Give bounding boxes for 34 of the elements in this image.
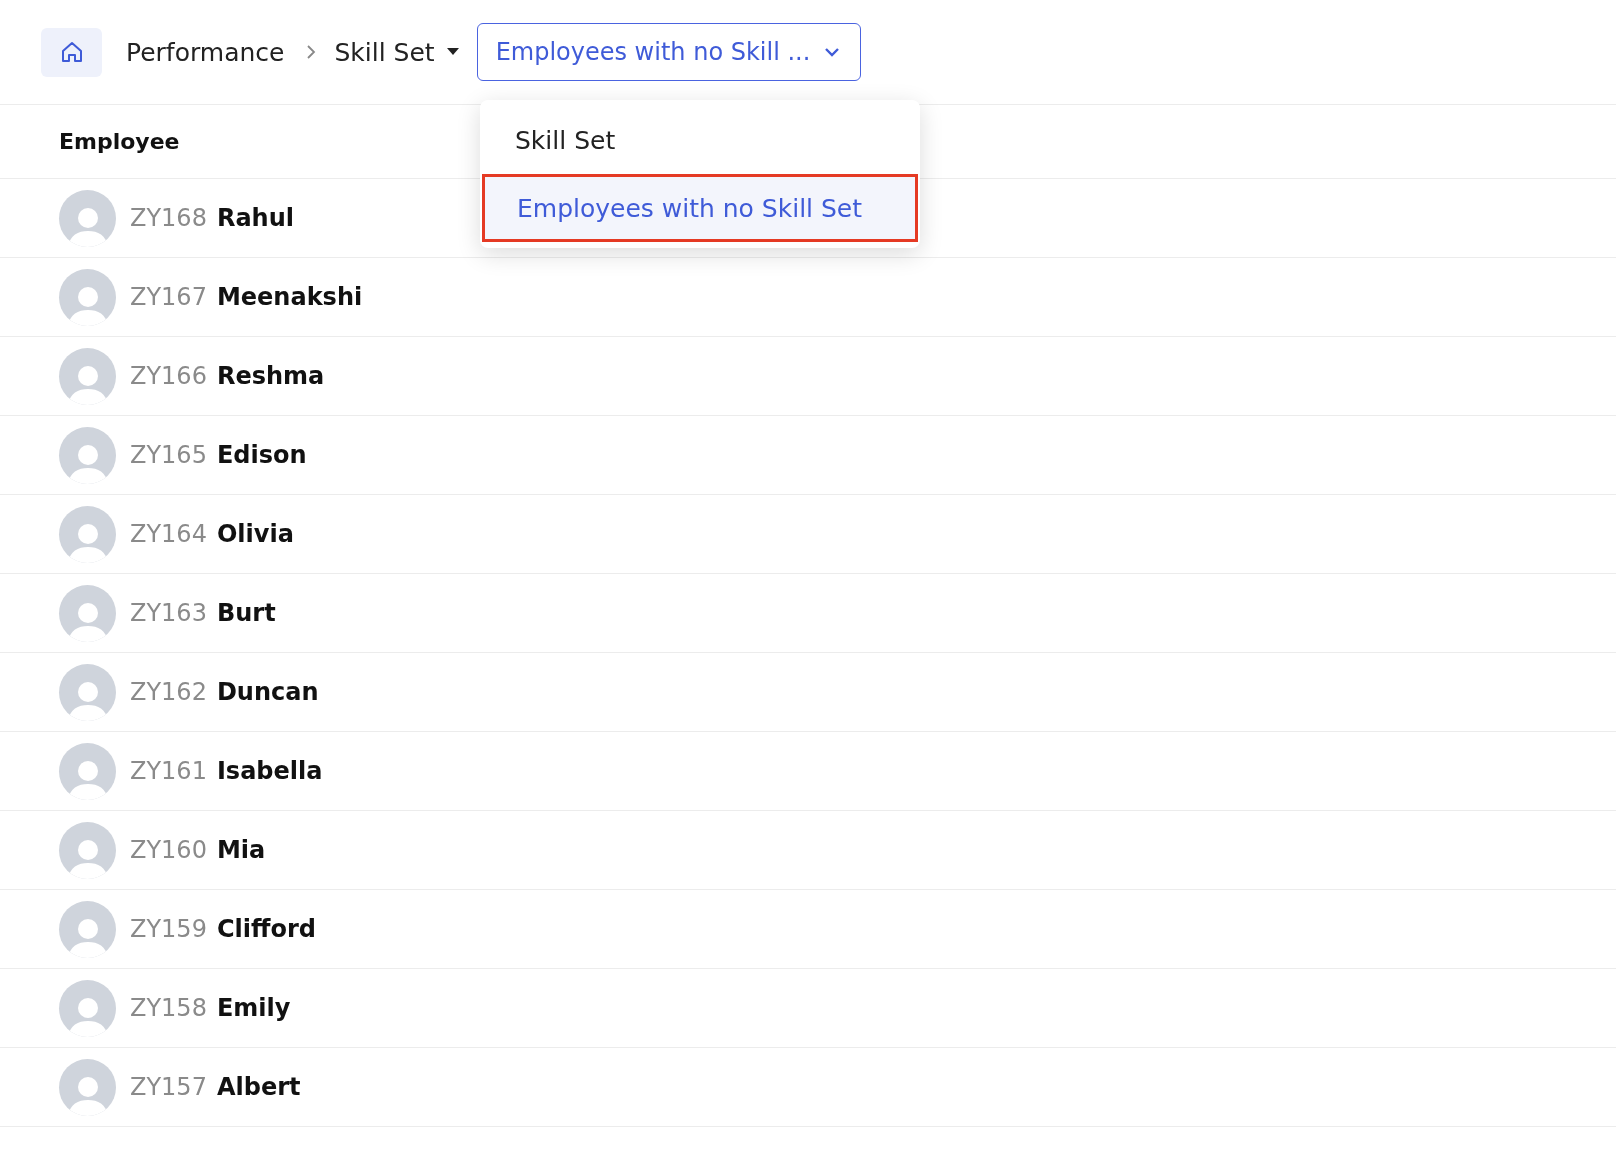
chevron-down-icon xyxy=(824,47,841,57)
employee-cell: ZY158 Emily xyxy=(130,994,291,1022)
home-icon xyxy=(59,40,84,64)
employee-cell: ZY166 Reshma xyxy=(130,362,325,390)
home-button[interactable] xyxy=(41,27,102,77)
employee-cell: ZY163 Burt xyxy=(130,599,276,627)
table-row[interactable]: ZY164 Olivia xyxy=(0,495,1616,574)
caret-icon xyxy=(446,48,459,56)
table-row[interactable]: ZY166 Reshma xyxy=(0,337,1616,416)
view-dropdown[interactable]: Employees with no Skill ... xyxy=(476,23,862,81)
employee-cell: ZY167 Meenakshi xyxy=(130,283,363,311)
table-row[interactable]: ZY158 Emily xyxy=(0,969,1616,1048)
employee-cell: ZY161 Isabella xyxy=(130,757,323,785)
menu-item[interactable]: Skill Set xyxy=(480,106,920,174)
table-row[interactable]: ZY161 Isabella xyxy=(0,732,1616,811)
chevron-right-icon xyxy=(306,44,317,60)
employee-cell: ZY164 Olivia xyxy=(130,520,294,548)
employee-cell: ZY159 Clifford xyxy=(130,915,316,943)
menu-item[interactable]: Employees with no Skill Set xyxy=(482,174,918,242)
table-row[interactable]: ZY165 Edison xyxy=(0,416,1616,495)
table-row[interactable]: ZY163 Burt xyxy=(0,574,1616,653)
table-row[interactable]: ZY159 Clifford xyxy=(0,890,1616,969)
column-header: Employee xyxy=(59,129,180,154)
breadcrumb-menu[interactable]: Skill Set xyxy=(334,37,459,67)
employee-cell: ZY157 Albert xyxy=(130,1073,301,1101)
table-row[interactable]: ZY157 Albert xyxy=(0,1048,1616,1127)
employee-cell: ZY160 Mia xyxy=(130,836,266,864)
employee-cell: ZY165 Edison xyxy=(130,441,307,469)
breadcrumb-link[interactable]: Performance xyxy=(126,37,285,67)
table-row[interactable]: ZY160 Mia xyxy=(0,811,1616,890)
employee-cell: ZY162 Duncan xyxy=(130,678,319,706)
table-row[interactable]: ZY162 Duncan xyxy=(0,653,1616,732)
employee-cell: ZY168 Rahul xyxy=(130,204,294,232)
table-row[interactable]: ZY167 Meenakshi xyxy=(0,258,1616,337)
